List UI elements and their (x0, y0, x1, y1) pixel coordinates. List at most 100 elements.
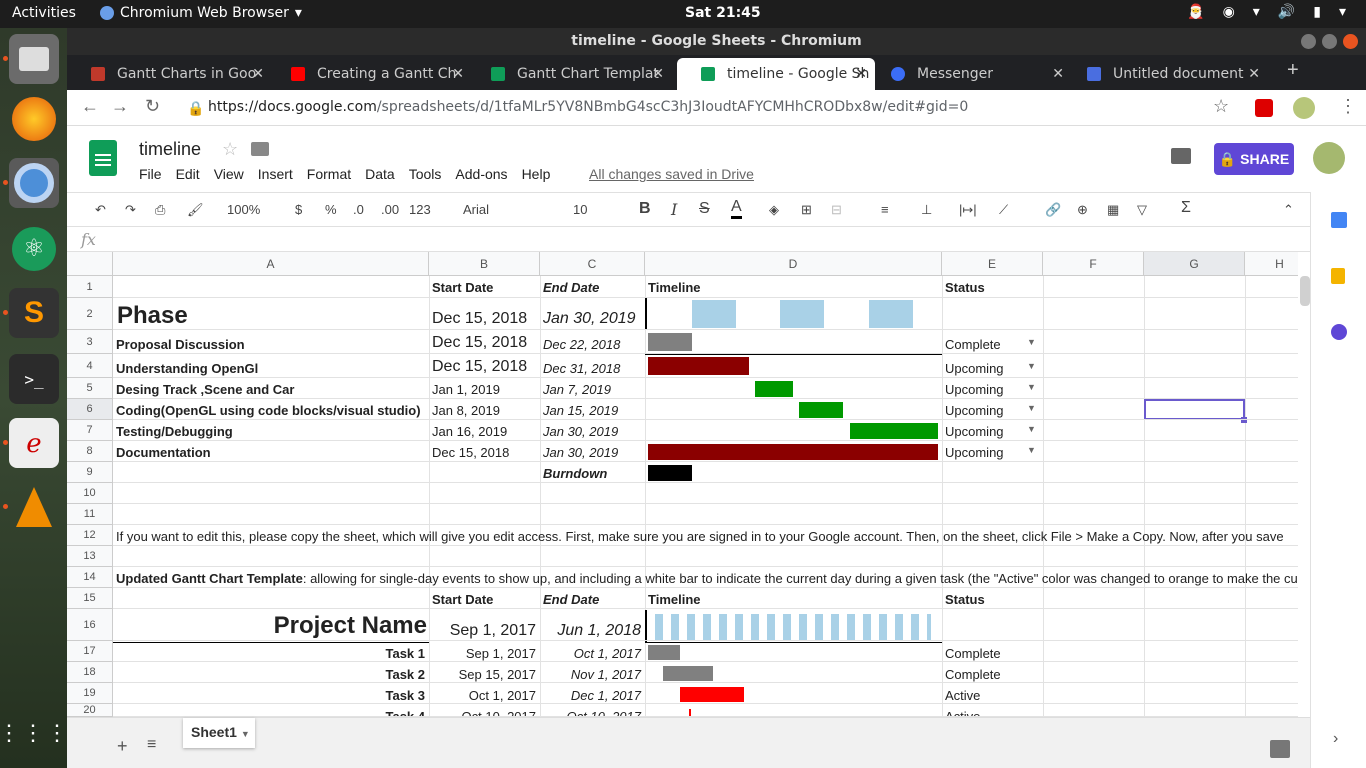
column-header-e[interactable]: E (942, 252, 1043, 276)
cell-e1[interactable]: Status (945, 280, 985, 295)
increase-decimal-button[interactable]: .00 (381, 202, 399, 217)
cell-a3[interactable]: Proposal Discussion (116, 337, 245, 352)
cell-a6[interactable]: Coding(OpenGL using code blocks/visual s… (116, 403, 421, 418)
folder-icon[interactable] (251, 142, 269, 156)
app-menu[interactable]: Chromium Web Browser ▾ (100, 5, 302, 21)
strikethrough-icon[interactable]: S (699, 200, 710, 218)
cell-b8[interactable]: Dec 15, 2018 (432, 445, 509, 460)
tab-timeline[interactable]: timeline - Google Sh ✕ (677, 58, 875, 90)
add-sheet-icon[interactable]: + (117, 736, 128, 757)
cell-c5[interactable]: Jan 7, 2019 (543, 382, 611, 397)
row-header[interactable]: 3 (67, 330, 113, 354)
menu-addons[interactable]: Add-ons (455, 166, 507, 182)
profile-avatar[interactable] (1293, 97, 1315, 119)
column-header-g[interactable]: G (1144, 252, 1245, 276)
menu-data[interactable]: Data (365, 166, 395, 182)
cell-e4[interactable]: Upcoming (945, 361, 1004, 376)
tab-close-icon[interactable]: ✕ (855, 58, 867, 90)
comments-icon[interactable] (1171, 148, 1191, 164)
cell-c1[interactable]: End Date (543, 280, 599, 295)
calendar-icon[interactable] (1331, 212, 1347, 228)
decrease-decimal-button[interactable]: .0 (353, 202, 364, 217)
tab-gantt-charts[interactable]: Gantt Charts in Goo ✕ (67, 58, 272, 90)
cell-c18[interactable]: Nov 1, 2017 (540, 667, 641, 682)
cell-b7[interactable]: Jan 16, 2019 (432, 424, 507, 439)
wrap-icon[interactable]: |↦| (959, 202, 977, 218)
cell-b15[interactable]: Start Date (432, 592, 493, 607)
cell-e7[interactable]: Upcoming (945, 424, 1004, 439)
cell-d15[interactable]: Timeline (648, 592, 701, 607)
row-header[interactable]: 20 (67, 704, 113, 717)
cell-a2[interactable]: Phase (117, 302, 188, 330)
cell-c7[interactable]: Jan 30, 2019 (543, 424, 618, 439)
cell-b3[interactable]: Dec 15, 2018 (432, 334, 527, 352)
cell-b5[interactable]: Jan 1, 2019 (432, 382, 500, 397)
column-header-h[interactable]: H (1245, 252, 1298, 276)
row-header[interactable]: 15 (67, 588, 113, 609)
cell-a19[interactable]: Task 3 (113, 688, 425, 703)
cell-c9[interactable]: Burndown (543, 466, 607, 481)
cell-e3[interactable]: Complete (945, 337, 1001, 352)
cell-b6[interactable]: Jan 8, 2019 (432, 403, 500, 418)
files-icon[interactable] (3, 34, 59, 84)
close-window-button[interactable] (1343, 34, 1358, 49)
row-header[interactable]: 6 (67, 399, 113, 420)
tab-close-icon[interactable]: ✕ (252, 58, 264, 90)
link-icon[interactable]: 🔗 (1045, 202, 1061, 218)
terminal-icon[interactable]: >_ (9, 354, 59, 404)
cell-e5[interactable]: Upcoming (945, 382, 1004, 397)
tab-untitled-doc[interactable]: Untitled document ✕ (1063, 58, 1268, 90)
bold-icon[interactable]: B (639, 200, 651, 218)
align-icon[interactable]: ≡ (881, 202, 889, 217)
row-header[interactable]: 16 (67, 609, 113, 641)
cell-e8[interactable]: Upcoming (945, 445, 1004, 460)
account-avatar[interactable] (1313, 142, 1345, 174)
row-header[interactable]: 19 (67, 683, 113, 704)
dropdown-arrow-icon[interactable]: ▼ (1027, 382, 1036, 392)
cell-a4[interactable]: Understanding OpenGl (116, 361, 258, 376)
column-header-b[interactable]: B (429, 252, 540, 276)
row-header[interactable]: 5 (67, 378, 113, 399)
row-header[interactable]: 10 (67, 483, 113, 504)
dropdown-arrow-icon[interactable]: ▼ (1027, 361, 1036, 371)
row-header[interactable]: 1 (67, 276, 113, 298)
percent-format-button[interactable]: % (325, 202, 337, 217)
adblock-icon[interactable] (1255, 99, 1273, 117)
currency-format-button[interactable]: $ (295, 202, 302, 217)
keep-icon[interactable] (1331, 268, 1345, 284)
tab-close-icon[interactable]: ✕ (452, 58, 464, 90)
cell-e17[interactable]: Complete (945, 646, 1001, 661)
cell-b1[interactable]: Start Date (432, 280, 493, 295)
more-formats-button[interactable]: 123 (409, 202, 431, 217)
fill-handle[interactable] (1241, 417, 1247, 423)
redo-icon[interactable]: ↷ (125, 202, 136, 218)
cell-b19[interactable]: Oct 1, 2017 (429, 688, 536, 703)
all-sheets-icon[interactable]: ≡ (147, 736, 156, 754)
tab-gantt-template[interactable]: Gantt Chart Templat ✕ (467, 58, 672, 90)
row-header[interactable]: 14 (67, 567, 113, 588)
reload-button[interactable]: ↻ (145, 96, 160, 117)
browser-menu-icon[interactable]: ⋮ (1339, 96, 1357, 117)
sheets-logo-icon[interactable] (89, 140, 117, 176)
document-title[interactable]: timeline (139, 139, 201, 160)
column-header-c[interactable]: C (540, 252, 645, 276)
italic-icon[interactable]: I (671, 200, 677, 219)
selected-cell-g6[interactable] (1144, 399, 1245, 420)
explore-icon[interactable] (1270, 740, 1290, 758)
column-header-f[interactable]: F (1043, 252, 1144, 276)
tab-close-icon[interactable]: ✕ (1248, 58, 1260, 90)
forward-button[interactable]: → (111, 96, 129, 117)
cell-a16[interactable]: Project Name (113, 612, 427, 640)
row-header[interactable]: 7 (67, 420, 113, 441)
borders-icon[interactable]: ⊞ (801, 202, 812, 218)
row-header[interactable]: 4 (67, 354, 113, 378)
menu-file[interactable]: File (139, 166, 162, 182)
share-button[interactable]: 🔒 SHARE (1214, 143, 1294, 175)
activities-button[interactable]: Activities (12, 5, 76, 21)
cell-b18[interactable]: Sep 15, 2017 (429, 667, 536, 682)
row-header[interactable]: 9 (67, 462, 113, 483)
cell-c3[interactable]: Dec 22, 2018 (543, 337, 620, 352)
row-header[interactable]: 12 (67, 525, 113, 546)
comment-icon[interactable]: ⊕ (1077, 202, 1088, 218)
atom-icon[interactable]: ⚛ (9, 224, 59, 274)
